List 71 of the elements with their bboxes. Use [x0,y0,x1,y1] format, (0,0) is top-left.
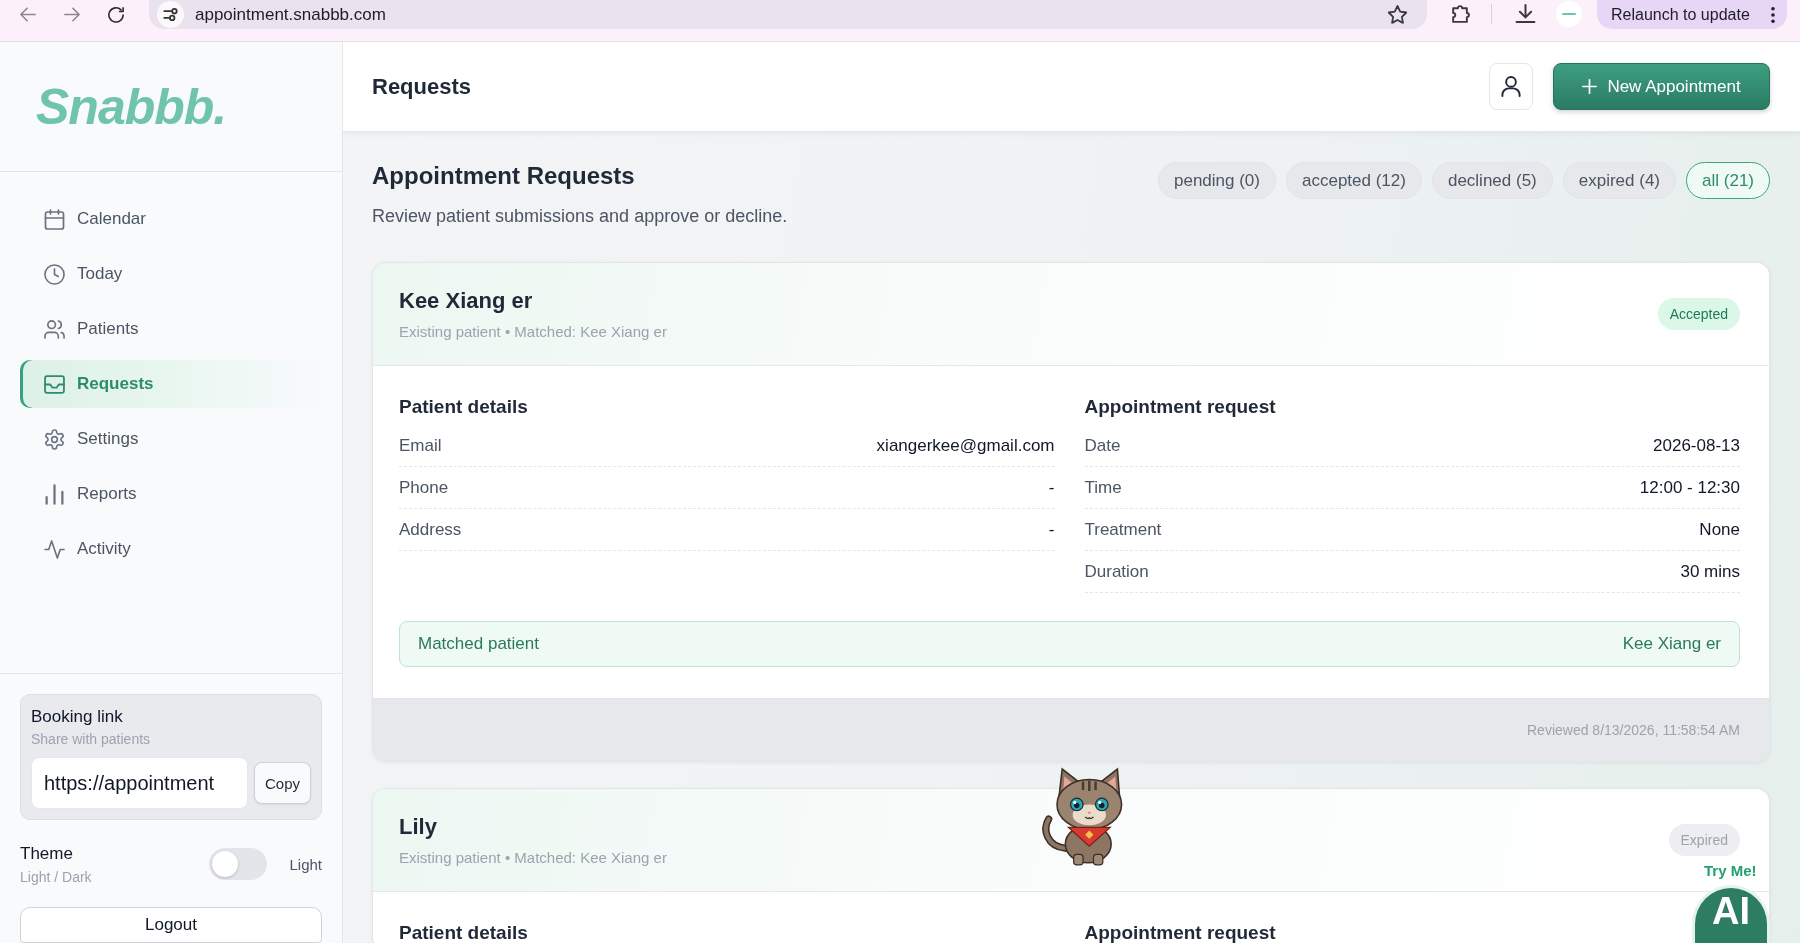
section-description: Review patient submissions and approve or decline. [372,205,788,228]
nav-item[interactable]: Activity [20,525,322,573]
nav-item[interactable]: Calendar [20,195,322,243]
section-heading: Patient details [399,921,529,943]
more-icon[interactable] [1771,6,1775,23]
nav-item[interactable]: Patients [20,305,322,353]
reload-icon[interactable] [108,7,124,23]
detail-value: xiangerkee@gmail.com [876,435,1055,456]
patient-match-info: Existing patient • Matched: Kee Xiang er [399,323,667,341]
inbox-icon [44,373,65,395]
theme-toggle[interactable] [209,848,268,880]
profile-button[interactable] [1489,63,1533,110]
nav-item[interactable]: Today [20,250,322,298]
detail-label: Email [399,435,442,456]
detail-value: 12:00 - 12:30 [1639,477,1740,498]
clock-icon [44,263,65,285]
detail-value: - [1048,477,1055,498]
detail-label: Time [1084,477,1122,498]
detail-label: Phone [399,477,449,498]
back-icon[interactable] [20,7,36,22]
copy-button[interactable]: Copy [254,762,311,804]
patient-name: Kee Xiang er [399,287,534,315]
detail-label: Treatment [1084,519,1162,540]
filter-chip[interactable]: declined (5) [1431,162,1553,199]
section-heading: Appointment request [1084,395,1277,419]
page-title: Requests [372,73,472,100]
status-badge: Expired [1668,824,1740,856]
booking-link-field[interactable]: https://appointment [31,757,248,809]
filter-chip[interactable]: accepted (12) [1286,162,1422,199]
section-heading: Appointment request [1084,921,1277,943]
matched-label: Matched patient [418,634,539,654]
calendar-icon [44,208,65,230]
new-appointment-button[interactable]: New Appointment [1553,63,1770,110]
filter-chip[interactable]: expired (4) [1562,162,1677,199]
star-icon[interactable] [1388,5,1407,24]
filter-chip[interactable]: all (21) [1686,162,1770,199]
patient-match-info: Existing patient • Matched: Kee Xiang er [399,849,667,867]
plus-icon [1582,79,1598,94]
pulse-icon [44,538,65,560]
forward-icon[interactable] [64,7,80,22]
logout-button[interactable]: Logout [20,907,322,943]
download-icon[interactable] [1515,4,1536,23]
detail-value: 30 mins [1680,561,1740,582]
detail-label: Date [1084,435,1121,456]
site-info-icon[interactable] [157,1,184,28]
booking-link-subtitle: Share with patients [31,730,152,748]
nav-item[interactable]: Reports [20,470,322,518]
user-icon [1501,76,1521,97]
detail-label: Address [399,519,462,540]
theme-hint: Light / Dark [20,867,92,886]
detail-value: None [1699,519,1740,540]
settings-icon [44,428,65,450]
booking-link-title: Booking link [31,706,124,728]
address-bar[interactable]: appointment.snabbb.com [149,0,1427,29]
review-timestamp: Reviewed 8/13/2026, 11:58:54 AM [1527,722,1740,738]
section-title: Appointment Requests [372,161,636,191]
filter-chip[interactable]: pending (0) [1157,162,1276,199]
puzzle-icon[interactable] [1450,5,1470,23]
theme-state-label: Light [289,855,322,873]
detail-value: - [1048,519,1055,540]
detail-value: 2026-08-13 [1653,435,1740,456]
status-badge: Accepted [1657,298,1740,330]
people-icon [44,318,65,340]
patient-name: Lily [399,813,438,841]
theme-label: Theme [20,842,74,865]
matched-name: Kee Xiang er [1622,634,1721,654]
bar-chart-icon [44,483,65,505]
relaunch-button[interactable]: Relaunch to update [1597,0,1787,29]
nav-item[interactable]: Settings [20,415,322,463]
section-heading: Patient details [399,395,529,419]
detail-label: Duration [1084,561,1149,582]
